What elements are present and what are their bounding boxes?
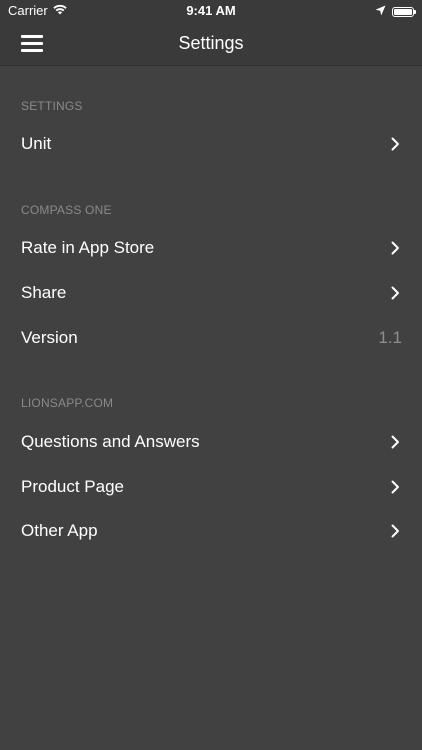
row-label: Rate in App Store	[21, 238, 155, 257]
version-value: 1.1	[378, 328, 402, 347]
location-arrow-icon	[375, 4, 386, 19]
row-other-app[interactable]: Other App	[0, 509, 422, 553]
chevron-right-icon	[388, 435, 402, 449]
section-header-compass-one: COMPASS ONE	[21, 203, 112, 217]
row-label: Product Page	[21, 477, 125, 496]
row-unit[interactable]: Unit	[0, 122, 422, 166]
row-label: Version	[21, 328, 78, 347]
battery-tip	[414, 9, 416, 14]
settings-screen: Carrier 9:41 AM Settings SETTINGS Unit C…	[0, 0, 422, 750]
row-label: Share	[21, 283, 67, 302]
row-version: Version 1.1	[0, 316, 422, 360]
status-bar: Carrier 9:41 AM	[0, 0, 422, 22]
chevron-right-icon	[388, 524, 402, 538]
row-share[interactable]: Share	[0, 271, 422, 315]
status-right	[375, 4, 416, 19]
chevron-right-icon	[388, 286, 402, 300]
row-rate-in-app-store[interactable]: Rate in App Store	[0, 226, 422, 270]
chevron-right-icon	[388, 137, 402, 151]
row-label: Questions and Answers	[21, 432, 200, 451]
battery-icon	[392, 6, 416, 17]
page-title: Settings	[178, 33, 244, 53]
row-questions-and-answers[interactable]: Questions and Answers	[0, 420, 422, 464]
status-time: 9:41 AM	[186, 3, 236, 18]
chevron-right-icon	[388, 241, 402, 255]
battery-level	[394, 8, 412, 15]
row-product-page[interactable]: Product Page	[0, 465, 422, 509]
section-header-lionsapp: LIONSAPP.COM	[21, 396, 114, 410]
chevron-right-icon	[388, 480, 402, 494]
navigation-bar: Settings	[0, 22, 422, 66]
row-label: Other App	[21, 521, 98, 540]
row-label: Unit	[21, 134, 52, 153]
section-header-settings: SETTINGS	[21, 99, 83, 113]
